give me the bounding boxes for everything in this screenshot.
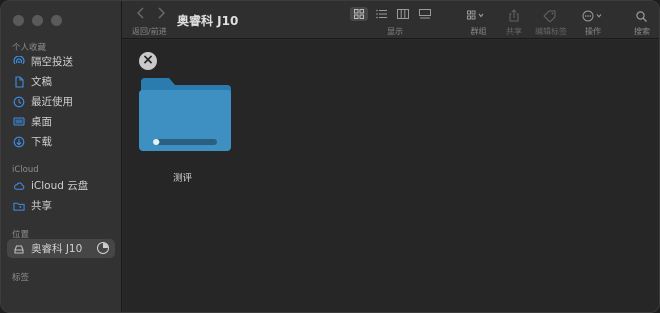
close-window-button[interactable] xyxy=(13,15,24,26)
desktop-icon xyxy=(13,116,25,128)
search-icon xyxy=(636,7,647,26)
sidebar-item-recents[interactable]: 最近使用 xyxy=(7,92,115,111)
sidebar-item-label: 最近使用 xyxy=(31,96,73,108)
download-icon xyxy=(13,136,25,148)
tag-icon xyxy=(543,7,557,26)
nav-label: 返回/前进 xyxy=(132,27,167,36)
view-options xyxy=(350,7,434,21)
sidebar-item-drive[interactable]: 奥睿科 J10 xyxy=(7,239,115,258)
back-chevron-icon[interactable] xyxy=(136,7,146,23)
cancel-copy-icon[interactable]: × xyxy=(139,52,157,70)
search-button[interactable] xyxy=(636,7,647,26)
group-grid-icon xyxy=(467,7,485,26)
gallery-view-icon[interactable] xyxy=(416,7,434,21)
finder-window: 个人收藏 隔空投送 文稿 最近使用 桌面 下载 iCloud iCloud 云盘… xyxy=(0,0,660,313)
share-icon xyxy=(508,7,520,26)
folder-progress-fill xyxy=(153,139,160,145)
list-view-icon[interactable] xyxy=(372,7,390,21)
folder-name: 测评 xyxy=(173,173,193,184)
sidebar-item-airdrop[interactable]: 隔空投送 xyxy=(7,52,115,71)
edit-tags-label: 编辑标签 xyxy=(535,27,567,36)
sidebar-item-desktop[interactable]: 桌面 xyxy=(7,112,115,131)
sidebar-item-label: 下载 xyxy=(31,136,52,148)
forward-chevron-icon[interactable] xyxy=(156,7,166,23)
zoom-window-button[interactable] xyxy=(51,15,62,26)
sidebar-section-tags: 标签 xyxy=(12,273,30,283)
cloud-icon xyxy=(13,180,25,192)
action-label: 操作 xyxy=(585,27,601,36)
drive-icon xyxy=(13,243,25,255)
sidebar: 个人收藏 隔空投送 文稿 最近使用 桌面 下载 iCloud iCloud 云盘… xyxy=(1,1,122,312)
nav-buttons xyxy=(136,7,166,23)
toolbar: 返回/前进 奥睿科 J10 显示 群组 共享 编辑标签 操作 搜索 xyxy=(122,1,659,39)
column-view-icon[interactable] xyxy=(394,7,412,21)
shared-folder-icon xyxy=(13,200,25,212)
edit-tags-button[interactable] xyxy=(543,7,557,26)
sidebar-item-label: 桌面 xyxy=(31,116,52,128)
clock-icon xyxy=(13,96,25,108)
share-label: 共享 xyxy=(506,27,522,36)
window-title: 奥睿科 J10 xyxy=(177,14,239,28)
sidebar-item-label: 文稿 xyxy=(31,76,52,88)
sidebar-section-icloud: iCloud xyxy=(12,165,39,175)
group-button[interactable] xyxy=(467,7,485,26)
more-ellipsis-icon xyxy=(582,7,604,26)
folder-item[interactable]: × 测评 xyxy=(135,50,235,195)
eject-progress-icon[interactable] xyxy=(97,242,109,254)
file-browser-content: × 测评 xyxy=(123,40,659,312)
window-controls xyxy=(13,15,62,26)
sidebar-item-icloud-drive[interactable]: iCloud 云盘 xyxy=(7,176,115,195)
action-button[interactable] xyxy=(582,7,604,26)
search-label: 搜索 xyxy=(634,27,650,36)
airdrop-icon xyxy=(13,55,25,68)
view-label: 显示 xyxy=(387,27,403,36)
sidebar-item-label: 共享 xyxy=(31,200,52,212)
sidebar-item-shared[interactable]: 共享 xyxy=(7,196,115,215)
minimize-window-button[interactable] xyxy=(32,15,43,26)
sidebar-item-label: iCloud 云盘 xyxy=(31,180,89,192)
sidebar-item-downloads[interactable]: 下载 xyxy=(7,132,115,151)
icon-view-icon[interactable] xyxy=(350,7,368,21)
document-icon xyxy=(13,75,25,88)
sidebar-item-documents[interactable]: 文稿 xyxy=(7,72,115,91)
group-label: 群组 xyxy=(470,27,487,36)
share-button[interactable] xyxy=(508,7,520,26)
sidebar-item-label: 奥睿科 J10 xyxy=(31,243,83,255)
sidebar-item-label: 隔空投送 xyxy=(31,56,73,68)
